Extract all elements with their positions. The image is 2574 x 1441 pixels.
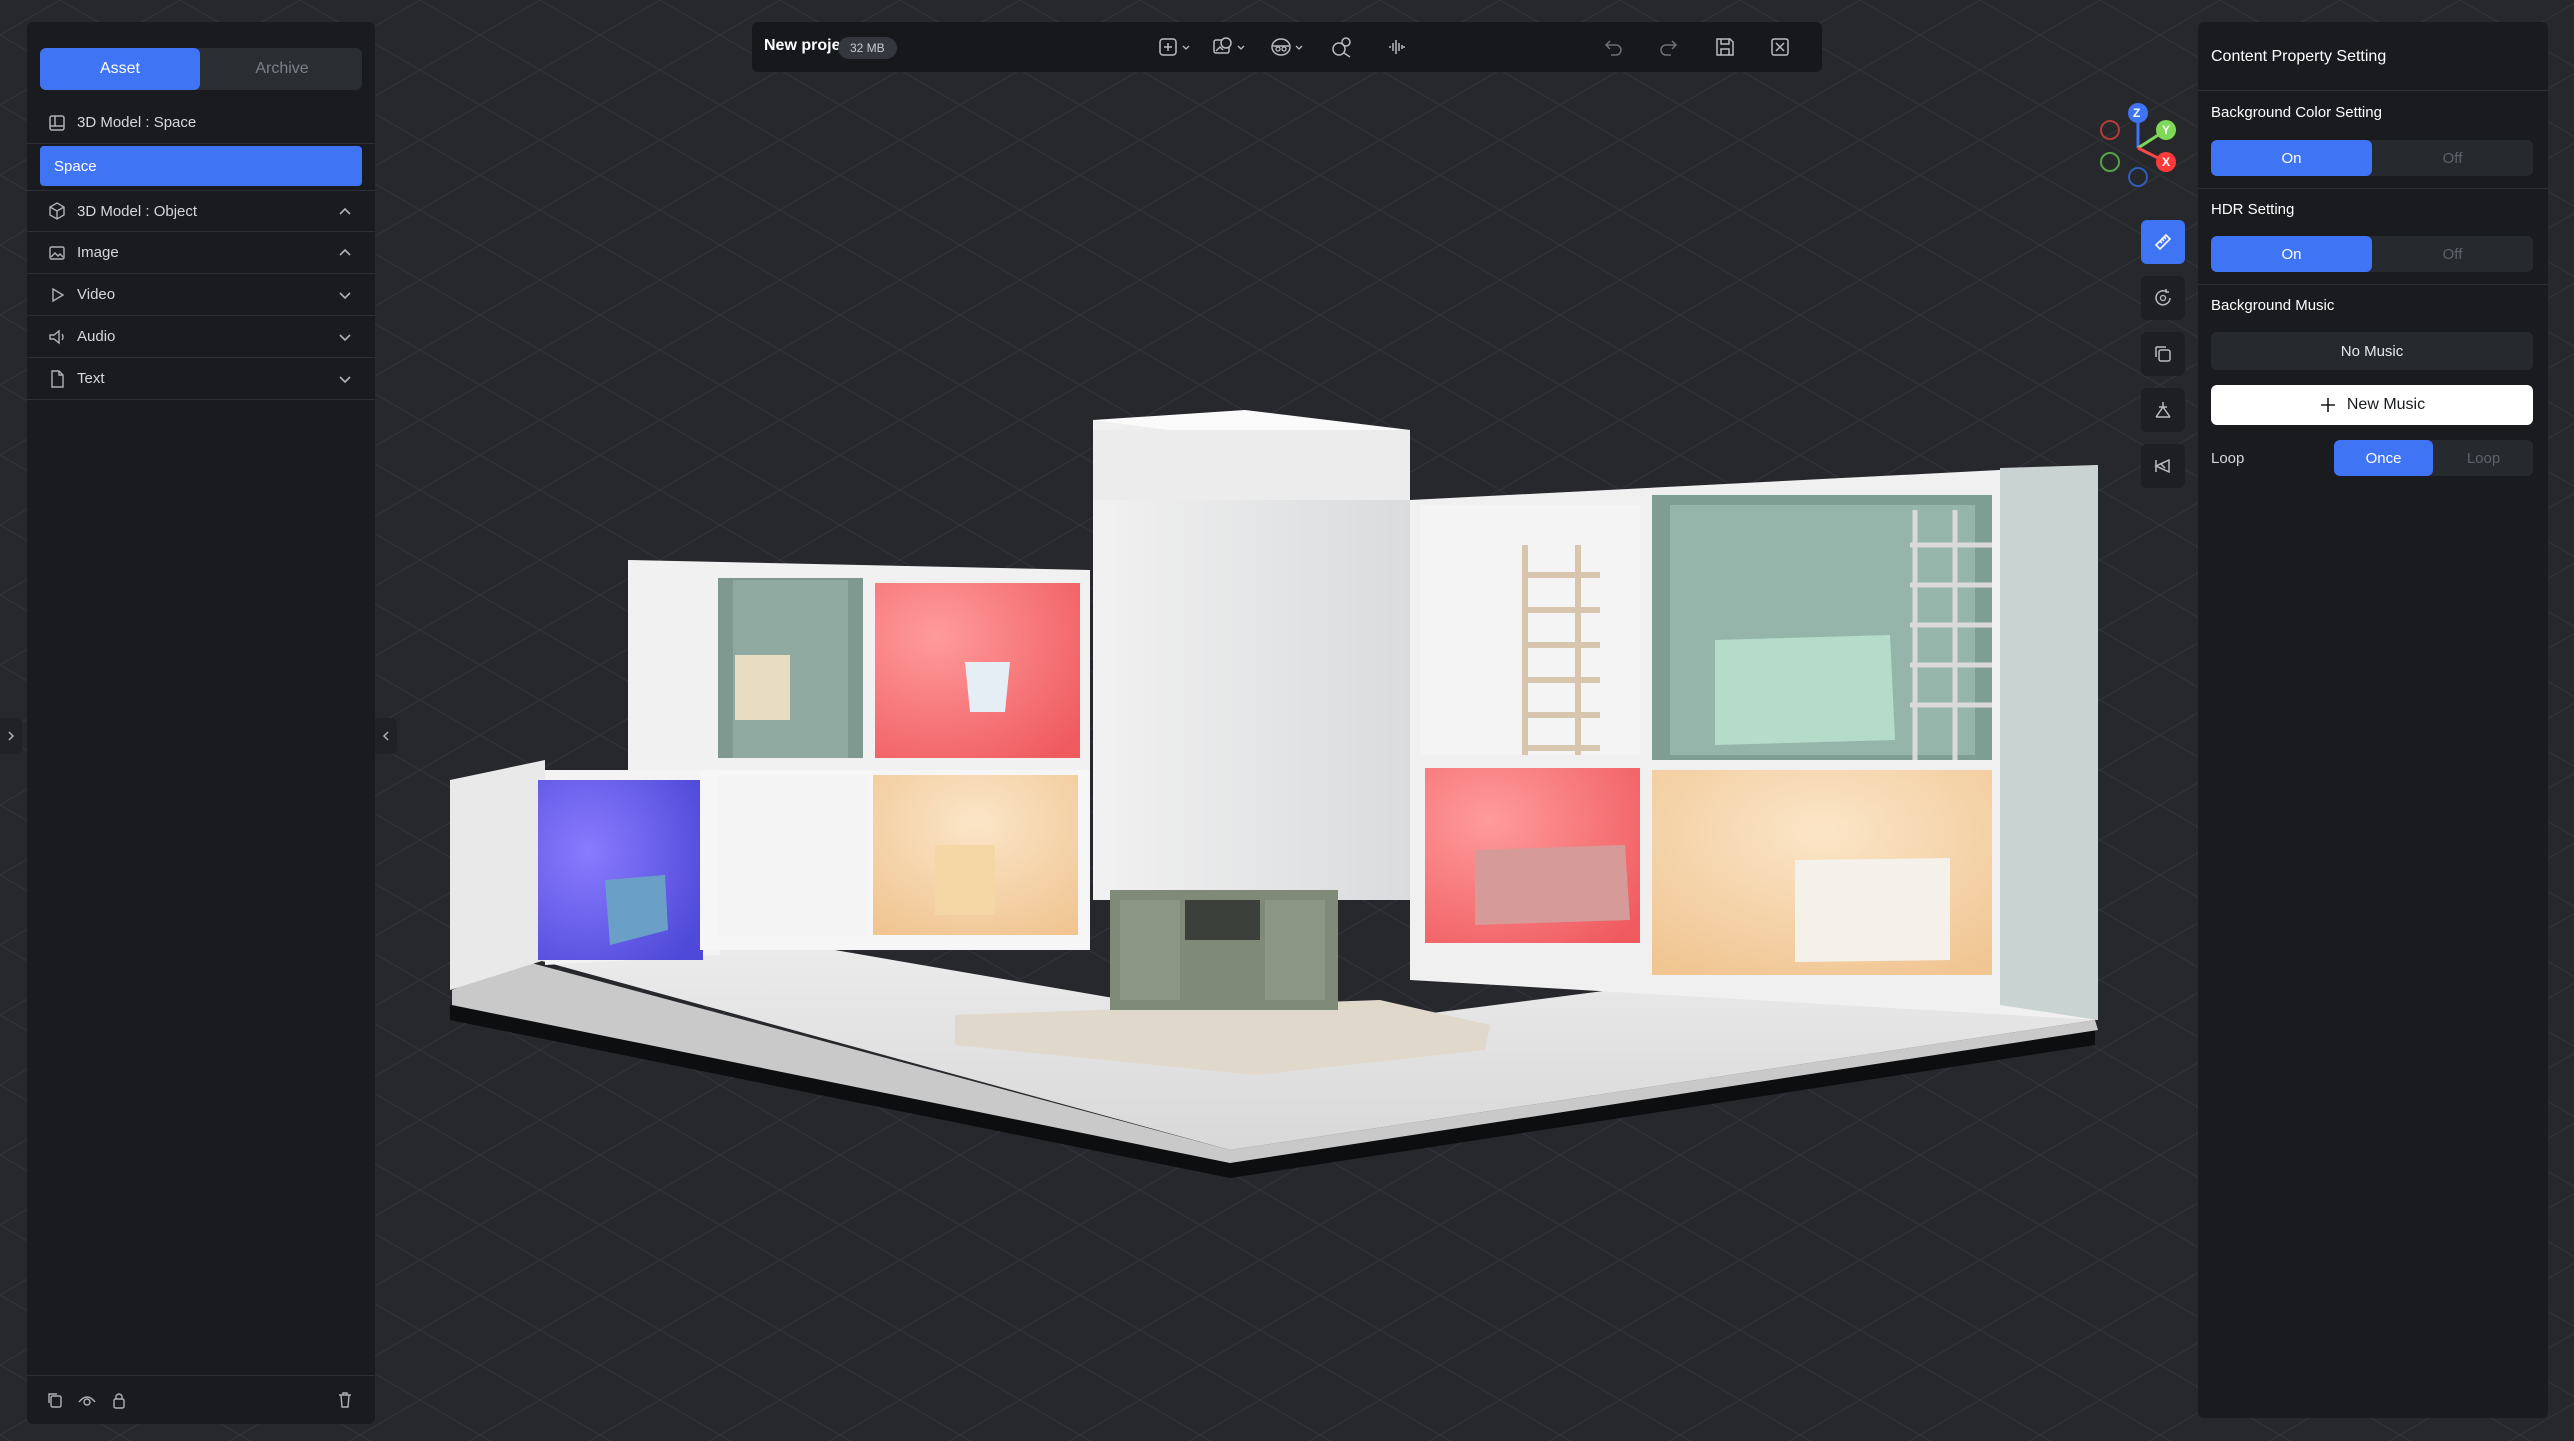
play-icon — [52, 287, 65, 302]
divider — [2198, 284, 2548, 285]
redo-icon — [1660, 40, 1678, 56]
background-music-label: Background Music — [2211, 297, 2335, 314]
chevron-down-icon[interactable] — [335, 369, 355, 389]
category-audio[interactable]: Audio — [27, 316, 375, 358]
gallery-icon — [1213, 37, 1232, 54]
category-label: Image — [77, 244, 119, 261]
chevron-right-icon — [8, 731, 15, 741]
copy-icon[interactable] — [45, 1390, 65, 1410]
project-size-badge: 32 MB — [838, 37, 897, 59]
background-color-on[interactable]: On — [2211, 140, 2372, 176]
camera-view-icon — [1271, 38, 1291, 56]
loop-once[interactable]: Once — [2334, 440, 2433, 476]
category-3d-model-object[interactable]: 3D Model : Object — [27, 190, 375, 232]
duplicate-icon — [2155, 346, 2171, 362]
expand-left-handle[interactable] — [0, 718, 22, 754]
new-music-label: New Music — [2346, 396, 2426, 413]
undo-button[interactable] — [1603, 33, 1625, 61]
perspective-icon — [2155, 402, 2171, 418]
space-icon — [49, 114, 65, 131]
lock-icon[interactable] — [109, 1390, 129, 1410]
chevron-down-icon[interactable] — [335, 285, 355, 305]
asset-item-label: Space — [54, 157, 97, 175]
rotate-tool[interactable] — [2141, 276, 2185, 320]
search-object-icon — [1332, 37, 1351, 58]
waveform-button[interactable] — [1386, 33, 1408, 61]
category-label: Text — [77, 370, 105, 387]
loop-loop[interactable]: Loop — [2434, 440, 2533, 476]
trash-icon[interactable] — [335, 1390, 355, 1410]
category-image[interactable]: Image — [27, 232, 375, 274]
gizmo-z-label: Z — [2133, 106, 2141, 120]
save-icon — [1716, 38, 1734, 56]
asset-archive-switch: Asset Archive — [40, 48, 362, 90]
collapse-left-panel-handle[interactable] — [375, 718, 397, 754]
divider — [2198, 90, 2548, 91]
category-label: Video — [77, 286, 116, 303]
undo-icon — [1604, 40, 1622, 56]
category-label: 3D Model : Space — [77, 114, 197, 131]
camera-reset-tool[interactable] — [2141, 444, 2185, 488]
tab-archive[interactable]: Archive — [202, 48, 362, 90]
chevron-down-icon — [1295, 45, 1303, 50]
document-icon — [51, 369, 64, 388]
category-text[interactable]: Text — [27, 358, 375, 400]
visibility-icon[interactable] — [77, 1390, 97, 1410]
category-label: 3D Model : Object — [77, 202, 198, 220]
ruler-icon — [2154, 233, 2172, 251]
gallery-button[interactable] — [1212, 33, 1246, 61]
category-label: Audio — [77, 328, 116, 345]
loop-label: Loop — [2211, 450, 2245, 467]
add-icon — [1159, 38, 1177, 56]
image-icon — [49, 245, 65, 260]
hdr-toggle: On Off — [2211, 236, 2533, 272]
asset-panel-footer — [27, 1375, 375, 1424]
plus-icon — [2320, 398, 2335, 412]
hdr-on[interactable]: On — [2211, 236, 2372, 272]
ruler-tool[interactable] — [2141, 220, 2185, 264]
redo-button[interactable] — [1657, 33, 1679, 61]
divider — [2198, 188, 2548, 189]
asset-list: 3D Model : Space Space 3D Model : Object… — [27, 102, 375, 400]
duplicate-tool[interactable] — [2141, 332, 2185, 376]
hdr-label: HDR Setting — [2211, 201, 2295, 218]
exit-icon — [1771, 38, 1789, 56]
perspective-tool[interactable] — [2141, 388, 2185, 432]
background-color-label: Background Color Setting — [2211, 104, 2382, 121]
gizmo-x-label: X — [2162, 155, 2171, 169]
chevron-down-icon[interactable] — [335, 327, 355, 347]
property-panel: Content Property Setting Background Colo… — [2198, 22, 2548, 1418]
chevron-left-icon — [382, 731, 389, 741]
cube-icon — [49, 202, 65, 220]
asset-panel: Asset Archive 3D Model : Space Space 3D … — [27, 22, 375, 1424]
loop-toggle: Once Loop — [2334, 440, 2533, 476]
new-music-button[interactable]: New Music — [2211, 385, 2533, 425]
hdr-off[interactable]: Off — [2372, 236, 2533, 272]
search-object-button[interactable] — [1330, 33, 1354, 61]
current-music: No Music — [2211, 332, 2533, 370]
waveform-icon — [1389, 40, 1405, 54]
category-3d-model-space[interactable]: 3D Model : Space — [27, 102, 375, 144]
exit-button[interactable] — [1769, 33, 1791, 61]
camera-view-button[interactable] — [1270, 33, 1304, 61]
speaker-icon — [49, 329, 64, 344]
background-color-toggle: On Off — [2211, 140, 2533, 176]
top-toolbar: New project 32 MB — [752, 22, 1822, 72]
chevron-up-icon[interactable] — [335, 202, 355, 222]
rotate-icon — [2155, 289, 2171, 306]
add-button[interactable] — [1157, 33, 1191, 61]
gizmo-y-label: Y — [2162, 123, 2171, 137]
asset-item-space[interactable]: Space — [40, 146, 362, 186]
panel-title: Content Property Setting — [2211, 48, 2387, 65]
chevron-down-icon — [1182, 45, 1190, 50]
tab-asset[interactable]: Asset — [40, 48, 200, 90]
camera-reset-icon — [2154, 458, 2170, 474]
chevron-up-icon[interactable] — [335, 243, 355, 263]
category-video[interactable]: Video — [27, 274, 375, 316]
background-color-off[interactable]: Off — [2372, 140, 2533, 176]
save-button[interactable] — [1714, 33, 1736, 61]
chevron-down-icon — [1237, 45, 1245, 50]
